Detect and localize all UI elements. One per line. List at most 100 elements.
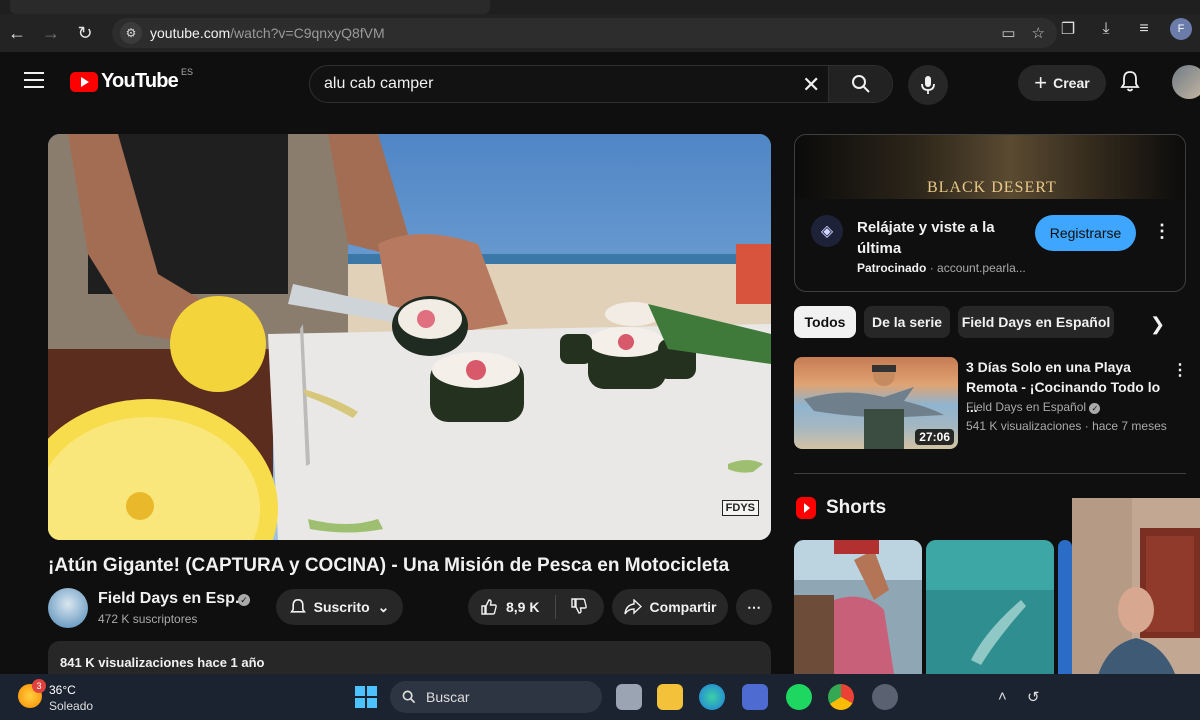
create-label: Crear — [1053, 75, 1090, 91]
sponsored-label: Patrocinado — [857, 261, 927, 275]
short-thumbnail[interactable] — [1058, 540, 1072, 674]
install-app-icon[interactable]: ▭ — [1001, 24, 1015, 42]
extensions-icon[interactable]: ❐ — [1056, 19, 1080, 39]
settings-gear-icon[interactable] — [872, 684, 898, 710]
search-box: alu cab camper ✕ — [309, 65, 893, 103]
bell-icon — [289, 598, 306, 613]
short-thumbnail[interactable] — [794, 540, 922, 674]
create-button[interactable]: + Crear — [1018, 65, 1106, 101]
share-button[interactable]: Compartir — [612, 589, 728, 625]
chip-todos[interactable]: Todos — [794, 306, 856, 338]
chevron-right-icon[interactable]: ❯ — [1150, 314, 1165, 335]
ad-banner-image[interactable]: BLACK DESERT — [795, 135, 1185, 199]
edge-browser-icon[interactable] — [699, 684, 725, 710]
microsoft-store-icon[interactable] — [742, 684, 768, 710]
related-video-meta: 541 K visualizaciones · hace 7 meses — [966, 419, 1167, 433]
channel-watermark: FDYS — [721, 500, 759, 516]
more-vertical-icon[interactable]: ⋮ — [1172, 360, 1188, 380]
video-player[interactable]: FDYS — [48, 134, 771, 540]
weather-temperature[interactable]: 36°C — [49, 683, 76, 697]
spotify-icon[interactable] — [786, 684, 812, 710]
more-horizontal-icon: ⋯ — [747, 598, 761, 615]
more-vertical-icon[interactable]: ⋮ — [1153, 221, 1171, 242]
tray-chevron-up-icon[interactable]: ˄ — [998, 688, 1007, 705]
browser-tab[interactable] — [10, 0, 490, 14]
browser-tabstrip — [0, 0, 1200, 14]
video-title: ¡Atún Gigante! (CAPTURA y COCINA) - Una … — [48, 555, 730, 576]
channel-name[interactable]: Field Days en Esp... — [98, 590, 248, 608]
reading-list-icon[interactable]: ≡ — [1132, 20, 1156, 38]
task-view-icon[interactable] — [616, 684, 642, 710]
verified-check-icon: ✓ — [238, 594, 250, 606]
taskbar-search-label: Buscar — [426, 689, 470, 705]
section-divider — [794, 473, 1186, 474]
weather-badge: 3 — [32, 679, 46, 693]
search-icon — [851, 75, 870, 93]
youtube-logo[interactable]: YouTube ES — [70, 66, 193, 93]
thumbs-up-icon — [481, 599, 497, 615]
related-video-channel: Field Days en Español ✓ — [966, 400, 1101, 414]
taskbar-search[interactable]: Buscar — [390, 681, 602, 713]
address-bar[interactable]: ⚙ youtube.com/watch?v=C9qnxyQ8fVM ▭ ☆ — [112, 18, 1057, 48]
url-path: /watch?v=C9qnxyQ8fVM — [230, 25, 385, 41]
country-code: ES — [180, 66, 193, 77]
thumbs-down-icon — [571, 597, 587, 614]
short-thumbnail[interactable] — [926, 540, 1054, 674]
search-icon — [402, 690, 416, 704]
ad-brand-logo: BLACK DESERT — [927, 179, 1057, 196]
share-label: Compartir — [649, 599, 717, 615]
ad-sponsor-line: Patrocinado · account.pearla... — [857, 261, 1026, 275]
url-host: youtube.com — [150, 25, 231, 41]
verified-check-icon: ✓ — [1089, 403, 1101, 414]
sponsored-ad-card[interactable]: BLACK DESERT ◈ Relájate y viste a la últ… — [794, 134, 1186, 292]
back-icon[interactable]: ← — [0, 18, 34, 48]
browser-toolbar: ← → ↻ ⚙ youtube.com/watch?v=C9qnxyQ8fVM … — [0, 14, 1200, 52]
microphone-icon — [921, 76, 935, 94]
chip-de-la-serie[interactable]: De la serie — [864, 306, 950, 338]
video-duration: 27:06 — [915, 429, 954, 445]
chevron-down-icon: ⌄ — [377, 598, 390, 615]
subscribed-button[interactable]: Suscrito ⌄ — [276, 589, 403, 625]
windows-start-icon[interactable] — [355, 686, 377, 708]
user-avatar[interactable] — [1172, 65, 1200, 99]
like-button[interactable]: 8,9 K — [468, 595, 556, 619]
shorts-heading: Shorts — [826, 497, 887, 518]
advertiser-icon: ◈ — [811, 215, 843, 247]
logo-text: YouTube — [101, 70, 179, 92]
voice-search-button[interactable] — [908, 65, 948, 105]
chip-field-days[interactable]: Field Days en Español — [958, 306, 1114, 338]
search-button[interactable] — [828, 66, 892, 102]
clear-search-icon[interactable]: ✕ — [802, 72, 820, 98]
bookmark-star-icon[interactable]: ☆ — [1032, 24, 1045, 42]
register-button[interactable]: Registrarse — [1035, 215, 1136, 251]
more-actions-button[interactable]: ⋯ — [736, 589, 772, 625]
subscriber-count: 472 K suscriptores — [98, 612, 198, 626]
forward-icon[interactable]: → — [34, 18, 68, 48]
subscribed-label: Suscrito — [313, 599, 370, 615]
youtube-header: YouTube ES alu cab camper ✕ + Crear — [0, 52, 1200, 112]
search-input[interactable]: alu cab camper — [324, 75, 433, 93]
download-icon[interactable]: ⤓ — [1094, 20, 1118, 38]
ad-headline: Relájate y viste a la última — [857, 219, 995, 257]
related-channel-name: Field Days en Español — [966, 400, 1087, 414]
video-frame — [48, 134, 771, 540]
file-explorer-icon[interactable] — [657, 684, 683, 710]
dislike-button[interactable] — [556, 597, 588, 618]
site-settings-icon[interactable]: ⚙ — [120, 22, 142, 44]
sponsor-domain: account.pearla... — [937, 261, 1026, 275]
chrome-icon[interactable] — [828, 684, 854, 710]
view-stats: 841 K visualizaciones hace 1 año — [60, 655, 265, 670]
sync-icon[interactable]: ↺ — [1027, 688, 1040, 706]
menu-icon[interactable] — [24, 72, 44, 88]
like-count: 8,9 K — [506, 599, 540, 615]
shorts-icon — [796, 497, 816, 519]
channel-avatar[interactable] — [48, 588, 88, 628]
share-arrow-icon — [623, 599, 642, 615]
like-dislike-group: 8,9 K — [468, 589, 604, 625]
notifications-bell-icon[interactable] — [1120, 70, 1140, 98]
weather-description: Soleado — [49, 699, 94, 713]
browser-profile-avatar[interactable]: F — [1170, 18, 1192, 40]
related-video-thumbnail[interactable]: 27:06 — [794, 357, 958, 449]
reload-icon[interactable]: ↻ — [68, 18, 102, 48]
plus-icon: + — [1034, 70, 1048, 95]
